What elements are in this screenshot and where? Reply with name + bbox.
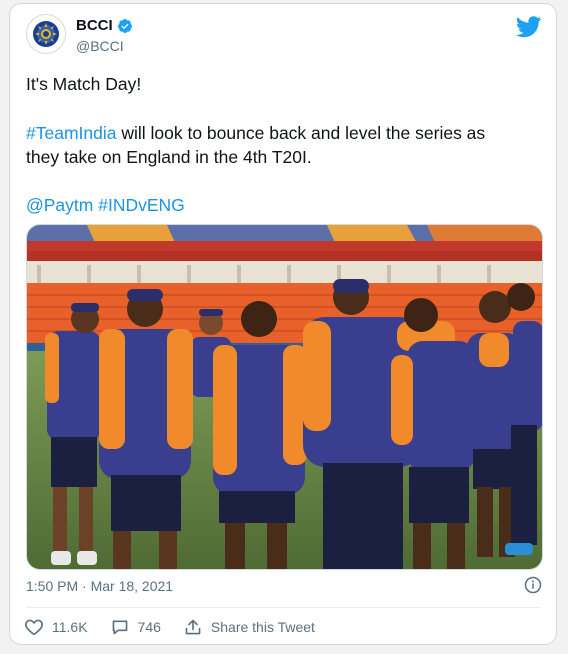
mention-paytm-link[interactable]: @Paytm bbox=[26, 195, 93, 215]
tweet-text-line-2-rest: will look to bounce back and level the s… bbox=[116, 123, 486, 143]
share-icon bbox=[185, 619, 201, 635]
tweet-links-line: @Paytm #INDvENG bbox=[26, 193, 185, 217]
tweet-text-line-3: they take on England in the 4th T20I. bbox=[26, 147, 312, 167]
verified-badge-icon bbox=[117, 18, 132, 33]
tweet-text-line-2: #TeamIndia will look to bounce back and … bbox=[26, 121, 485, 145]
tweet-card: BCCI @BCCI It's Match Day! #TeamIndia wi… bbox=[9, 3, 557, 645]
heart-icon bbox=[25, 619, 43, 636]
info-icon[interactable] bbox=[524, 576, 542, 594]
bcci-logo bbox=[33, 21, 59, 47]
tweet-actions: 11.6K 746 Share this Tweet bbox=[24, 618, 337, 636]
tweet-photo[interactable] bbox=[26, 224, 543, 570]
hashtag-indveng-link[interactable]: #INDvENG bbox=[98, 195, 185, 215]
share-label: Share this Tweet bbox=[210, 619, 315, 635]
display-name[interactable]: BCCI bbox=[76, 17, 113, 34]
team-huddle-image bbox=[27, 225, 542, 569]
reply-count: 746 bbox=[137, 619, 161, 635]
tweet-timestamp[interactable]: 1:50 PM · Mar 18, 2021 bbox=[26, 578, 173, 594]
reply-icon bbox=[112, 620, 127, 635]
author-name-row[interactable]: BCCI bbox=[76, 17, 133, 34]
handle[interactable]: @BCCI bbox=[76, 38, 124, 54]
twitter-bird-icon[interactable] bbox=[516, 16, 542, 38]
hashtag-teamindia-link[interactable]: #TeamIndia bbox=[26, 123, 116, 143]
avatar[interactable] bbox=[26, 14, 66, 54]
divider bbox=[26, 607, 540, 608]
reply-button[interactable]: 746 bbox=[110, 618, 161, 636]
share-button[interactable]: Share this Tweet bbox=[183, 618, 315, 636]
like-button[interactable]: 11.6K bbox=[24, 618, 88, 636]
tweet-text-line-1: It's Match Day! bbox=[26, 74, 142, 94]
like-count: 11.6K bbox=[52, 619, 88, 635]
